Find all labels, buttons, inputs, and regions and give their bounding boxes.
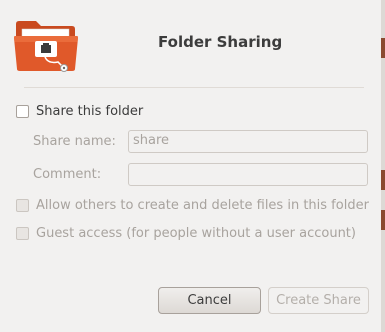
guest-access-option[interactable]: Guest access (for people without a user …	[16, 226, 356, 241]
dialog-title: Folder Sharing	[158, 33, 283, 51]
background-window-accent	[381, 210, 385, 230]
header-separator	[24, 87, 364, 88]
allow-others-option[interactable]: Allow others to create and delete files …	[16, 198, 369, 213]
create-share-button[interactable]: Create Share	[268, 287, 369, 314]
guest-access-label[interactable]: Guest access (for people without a user …	[36, 226, 356, 241]
cancel-button[interactable]: Cancel	[158, 287, 261, 314]
dialog-header: Folder Sharing	[0, 0, 381, 88]
guest-access-checkbox[interactable]	[16, 227, 29, 240]
allow-others-checkbox[interactable]	[16, 199, 29, 212]
share-folder-checkbox[interactable]	[16, 105, 29, 118]
comment-label: Comment:	[33, 167, 102, 182]
folder-share-icon	[14, 21, 78, 72]
allow-others-label[interactable]: Allow others to create and delete files …	[36, 198, 369, 213]
share-name-label: Share name:	[33, 134, 116, 149]
folder-sharing-dialog: Folder Sharing Share this folder Share n…	[0, 0, 381, 332]
background-window-accent	[381, 170, 385, 190]
share-folder-label[interactable]: Share this folder	[36, 104, 143, 119]
background-window-edge	[381, 0, 385, 332]
share-folder-option[interactable]: Share this folder	[16, 104, 143, 119]
background-window-accent	[381, 38, 385, 58]
share-name-input[interactable]: share	[128, 130, 368, 153]
comment-input[interactable]	[128, 163, 368, 186]
